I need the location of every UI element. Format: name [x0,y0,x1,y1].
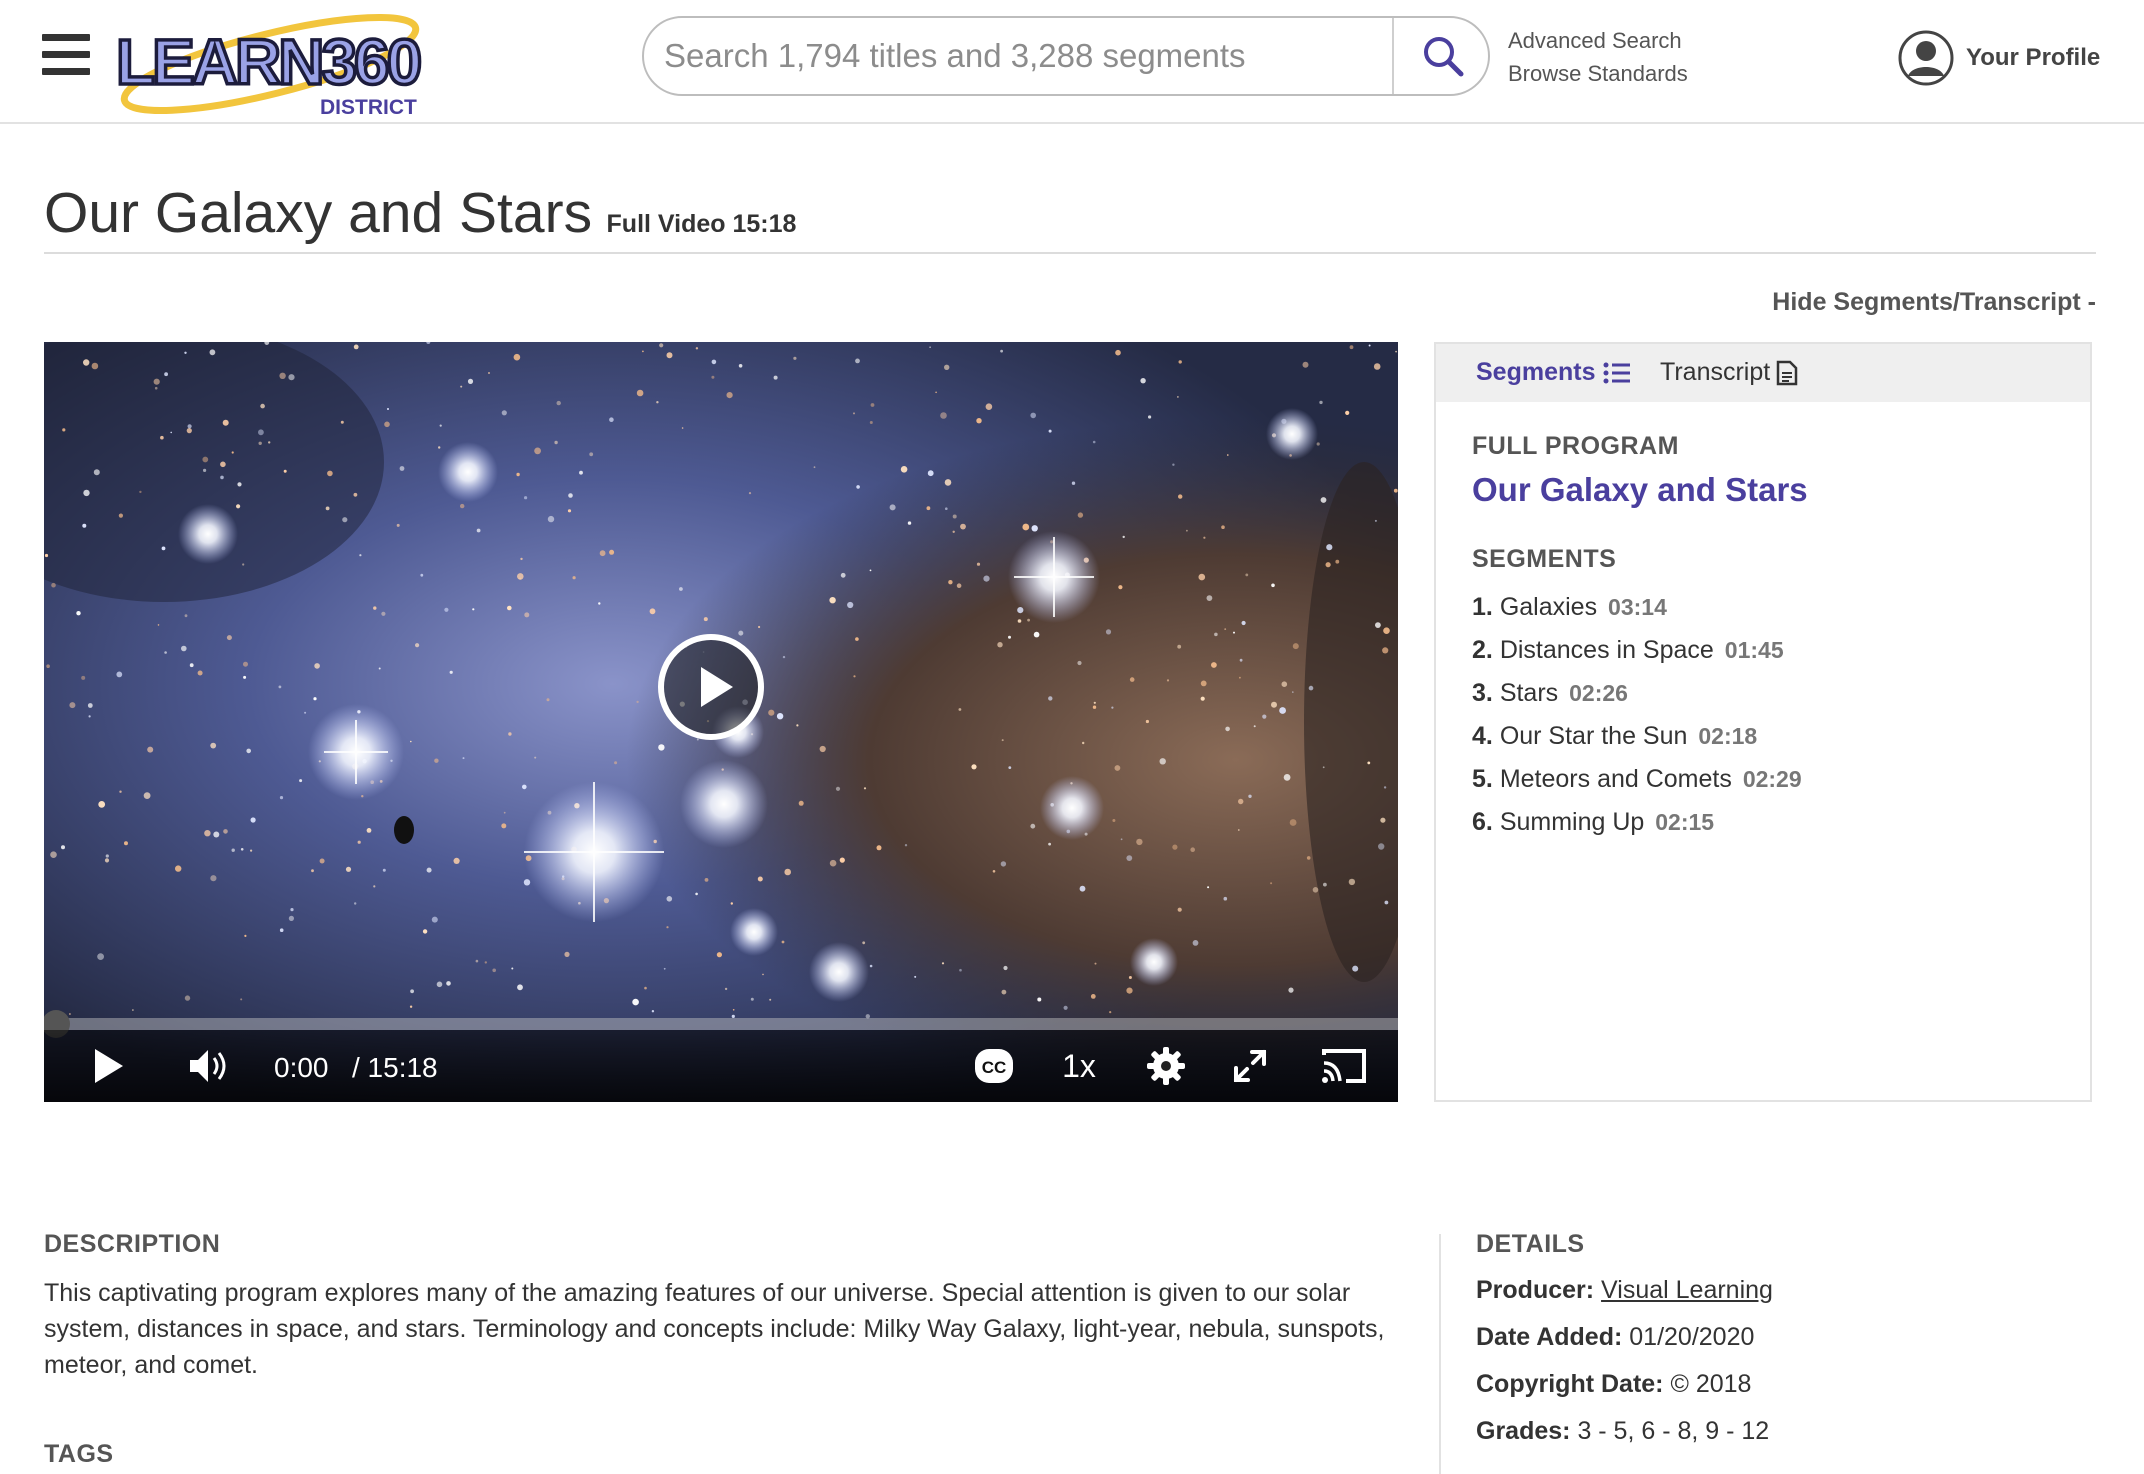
segment-duration: 03:14 [1608,594,1667,620]
description-text: This captivating program explores many o… [44,1279,1385,1379]
producer-link[interactable]: Visual Learning [1601,1276,1773,1304]
cast-icon [1322,1049,1366,1083]
fullscreen-button[interactable] [1222,1040,1278,1092]
play-button[interactable] [82,1040,134,1092]
document-icon [1776,360,1798,385]
segment-title: Galaxies [1499,593,1598,621]
panel-body: FULL PROGRAM Our Galaxy and Stars SEGMEN… [1436,402,2090,874]
header-links: Advanced Search Browse Standards [1508,24,1688,90]
segment-item[interactable]: 4. Our Star the Sun 02:18 [1472,715,2054,758]
section-divider [1439,1234,1441,1474]
detail-key: Copyright Date: [1476,1370,1664,1398]
hide-segments-toggle[interactable]: Hide Segments/Transcript - [1772,288,2096,317]
search-bar [642,16,1490,96]
title-row: Our Galaxy and Stars Full Video 15:18 [44,180,2096,254]
segment-number: 2. [1472,636,1493,664]
current-time: 0:00 [274,1052,329,1083]
segments-label: SEGMENTS [1472,545,1617,573]
segment-item[interactable]: 3. Stars 02:26 [1472,672,2054,715]
segment-duration: 02:18 [1698,723,1758,749]
captions-button[interactable]: CC [966,1040,1022,1092]
logo-wordmark: LEARN360 [116,26,420,98]
details-label: DETAILS [1476,1230,1585,1258]
user-avatar-icon [1898,30,1954,86]
panel-tabs: Segments Transcript [1436,344,2090,402]
description-section: DESCRIPTION This captivating program exp… [44,1230,1404,1383]
segment-title: Meteors and Comets [1499,765,1732,793]
site-header: LEARN360 DISTRICT Advanced Search Browse… [0,0,2144,124]
segments-panel: Segments Transcript FULL PROGRAM Our Gal… [1434,342,2092,1102]
logo-subtitle: DISTRICT [320,96,417,119]
detail-producer: Producer: Visual Learning [1476,1275,2116,1306]
segment-item[interactable]: 6. Summing Up 02:15 [1472,801,2054,844]
browse-standards-link[interactable]: Browse Standards [1508,57,1688,90]
tab-transcript[interactable]: Transcript [1660,358,1798,387]
player-controls: 0:00 / 15:18 CC 1x [44,1030,1398,1102]
detail-key: Grades: [1476,1417,1571,1445]
segment-duration: 02:26 [1569,680,1628,706]
segment-title: Our Star the Sun [1499,722,1688,750]
page-title: Our Galaxy and Stars [44,181,593,245]
segment-item[interactable]: 1. Galaxies 03:14 [1472,586,2054,629]
segment-number: 4. [1472,722,1493,750]
play-icon [95,1049,123,1083]
advanced-search-link[interactable]: Advanced Search [1508,24,1688,57]
segment-duration: 01:45 [1724,637,1784,663]
segment-number: 1. [1472,593,1493,621]
tab-transcript-label: Transcript [1660,358,1771,386]
segment-item[interactable]: 5. Meteors and Comets 02:29 [1472,758,2054,801]
detail-key: Producer: [1476,1276,1595,1304]
segment-number: 5. [1472,765,1493,793]
segment-title: Summing Up [1499,808,1645,836]
copyright-icon: © [1670,1370,1689,1398]
site-logo[interactable]: LEARN360 DISTRICT [110,4,430,120]
video-length-label: Full Video 15:18 [606,210,797,238]
detail-date-added: Date Added: 01/20/2020 [1476,1322,2116,1353]
profile-menu[interactable]: Your Profile [1898,28,2100,88]
settings-button[interactable] [1138,1040,1194,1092]
segment-item[interactable]: 2. Distances in Space 01:45 [1472,629,2054,672]
search-icon [1424,37,1464,77]
segment-title: Stars [1499,679,1559,707]
segment-number: 3. [1472,679,1493,707]
tab-segments-label: Segments [1476,358,1596,386]
tags-label: TAGS [44,1440,114,1468]
fullscreen-icon [1234,1050,1266,1082]
cast-button[interactable] [1314,1040,1374,1092]
full-program-link[interactable]: Our Galaxy and Stars [1472,471,1808,509]
segment-list: 1. Galaxies 03:14 2. Distances in Space … [1472,586,2054,844]
search-button[interactable] [1392,18,1488,94]
full-program-label: FULL PROGRAM [1472,432,1679,460]
detail-value: 2018 [1695,1370,1752,1398]
detail-value: 3 - 5, 6 - 8, 9 - 12 [1577,1417,1770,1445]
description-label: DESCRIPTION [44,1230,221,1258]
hamburger-icon[interactable] [42,34,90,76]
video-progress-bar[interactable] [44,1010,1398,1038]
tab-segments[interactable]: Segments [1476,358,1631,387]
detail-grades: Grades: 3 - 5, 6 - 8, 9 - 12 [1476,1416,2116,1447]
segment-duration: 02:29 [1742,766,1802,792]
total-duration: / 15:18 [352,1052,438,1083]
details-section: DETAILS Producer: Visual Learning Date A… [1476,1230,2116,1447]
search-input[interactable] [644,18,1392,94]
play-circle-icon [658,634,764,740]
cc-icon: CC [975,1049,1013,1083]
detail-copyright: Copyright Date: © 2018 [1476,1369,2116,1400]
svg-text:CC: CC [982,1058,1007,1077]
big-play-button[interactable] [656,632,766,742]
segment-duration: 02:15 [1655,809,1715,835]
logo-graphic: LEARN360 DISTRICT [114,13,424,119]
detail-value: 01/20/2020 [1629,1323,1755,1351]
segment-title: Distances in Space [1499,636,1714,664]
segment-number: 6. [1472,808,1493,836]
gear-icon [1147,1047,1185,1085]
video-player[interactable]: 0:00 / 15:18 CC 1x [44,342,1398,1102]
detail-key: Date Added: [1476,1323,1623,1351]
profile-label: Your Profile [1966,44,2101,71]
volume-button[interactable] [180,1040,240,1092]
list-icon [1603,362,1631,383]
volume-icon [190,1050,226,1082]
playback-speed-button[interactable]: 1x [1048,1040,1110,1092]
